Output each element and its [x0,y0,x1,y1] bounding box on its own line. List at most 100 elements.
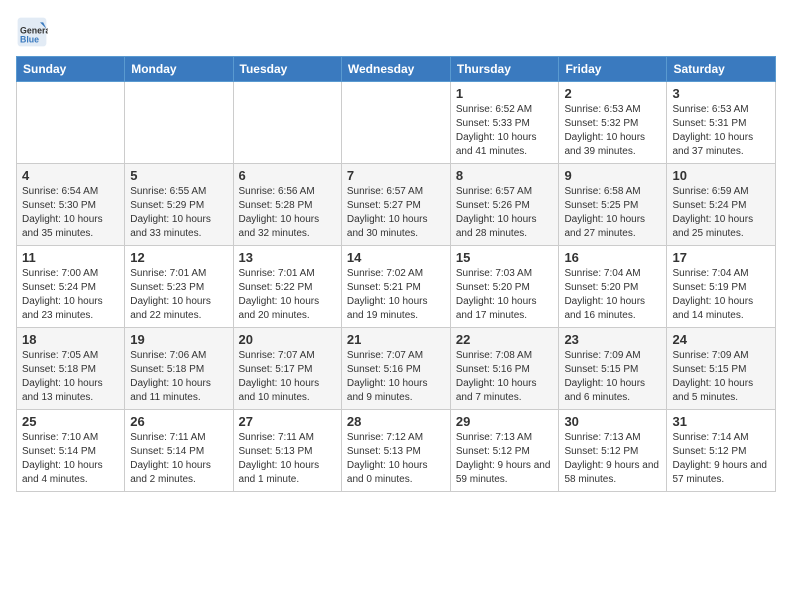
calendar-cell [17,82,125,164]
day-info: Sunrise: 7:06 AM Sunset: 5:18 PM Dayligh… [130,349,227,405]
day-number: 28 [347,414,445,429]
day-info: Sunrise: 7:12 AM Sunset: 5:13 PM Dayligh… [347,431,445,487]
day-number: 24 [672,332,770,347]
day-number: 25 [22,414,119,429]
day-info: Sunrise: 6:53 AM Sunset: 5:32 PM Dayligh… [564,103,661,159]
day-info: Sunrise: 6:56 AM Sunset: 5:28 PM Dayligh… [239,185,336,241]
column-header-saturday: Saturday [667,57,776,82]
day-info: Sunrise: 7:08 AM Sunset: 5:16 PM Dayligh… [456,349,554,405]
calendar-cell: 25 Sunrise: 7:10 AM Sunset: 5:14 PM Dayli… [17,410,125,492]
column-header-tuesday: Tuesday [233,57,341,82]
day-info: Sunrise: 7:05 AM Sunset: 5:18 PM Dayligh… [22,349,119,405]
calendar-cell: 21 Sunrise: 7:07 AM Sunset: 5:16 PM Dayli… [341,328,450,410]
day-number: 14 [347,250,445,265]
day-number: 19 [130,332,227,347]
day-number: 18 [22,332,119,347]
day-info: Sunrise: 7:09 AM Sunset: 5:15 PM Dayligh… [672,349,770,405]
calendar-cell: 4Sunrise: 6:54 AM Sunset: 5:30 PM Daylig… [17,164,125,246]
calendar-cell: 7Sunrise: 6:57 AM Sunset: 5:27 PM Daylig… [341,164,450,246]
day-number: 10 [672,168,770,183]
calendar-cell: 19 Sunrise: 7:06 AM Sunset: 5:18 PM Dayli… [125,328,233,410]
calendar-cell: 10 Sunrise: 6:59 AM Sunset: 5:24 PM Dayli… [667,164,776,246]
calendar-cell [233,82,341,164]
page-header: General Blue [16,16,776,48]
day-number: 12 [130,250,227,265]
day-info: Sunrise: 7:02 AM Sunset: 5:21 PM Dayligh… [347,267,445,323]
day-info: Sunrise: 7:04 AM Sunset: 5:19 PM Dayligh… [672,267,770,323]
svg-text:Blue: Blue [20,34,39,44]
calendar-week-4: 18 Sunrise: 7:05 AM Sunset: 5:18 PM Dayli… [17,328,776,410]
calendar-cell: 18 Sunrise: 7:05 AM Sunset: 5:18 PM Dayli… [17,328,125,410]
calendar-cell [341,82,450,164]
day-number: 13 [239,250,336,265]
day-number: 29 [456,414,554,429]
column-header-wednesday: Wednesday [341,57,450,82]
day-info: Sunrise: 7:14 AM Sunset: 5:12 PM Dayligh… [672,431,770,487]
day-number: 20 [239,332,336,347]
calendar-cell: 12 Sunrise: 7:01 AM Sunset: 5:23 PM Dayli… [125,246,233,328]
day-info: Sunrise: 6:55 AM Sunset: 5:29 PM Dayligh… [130,185,227,241]
calendar-cell: 16Sunrise: 7:04 AM Sunset: 5:20 PM Dayli… [559,246,667,328]
column-header-monday: Monday [125,57,233,82]
calendar-cell: 23Sunrise: 7:09 AM Sunset: 5:15 PM Dayli… [559,328,667,410]
calendar-cell: 27Sunrise: 7:11 AM Sunset: 5:13 PM Dayli… [233,410,341,492]
day-info: Sunrise: 7:00 AM Sunset: 5:24 PM Dayligh… [22,267,119,323]
day-number: 16 [564,250,661,265]
calendar-cell: 28 Sunrise: 7:12 AM Sunset: 5:13 PM Dayli… [341,410,450,492]
calendar-cell: 29 Sunrise: 7:13 AM Sunset: 5:12 PM Dayli… [450,410,559,492]
day-info: Sunrise: 7:07 AM Sunset: 5:16 PM Dayligh… [347,349,445,405]
day-number: 2 [564,86,661,101]
calendar-cell: 6 Sunrise: 6:56 AM Sunset: 5:28 PM Daylig… [233,164,341,246]
day-info: Sunrise: 6:59 AM Sunset: 5:24 PM Dayligh… [672,185,770,241]
day-number: 15 [456,250,554,265]
calendar-cell: 5 Sunrise: 6:55 AM Sunset: 5:29 PM Daylig… [125,164,233,246]
calendar-cell: 3 Sunrise: 6:53 AM Sunset: 5:31 PM Daylig… [667,82,776,164]
calendar-header-row: SundayMondayTuesdayWednesdayThursdayFrid… [17,57,776,82]
day-number: 26 [130,414,227,429]
day-number: 7 [347,168,445,183]
calendar-cell: 26 Sunrise: 7:11 AM Sunset: 5:14 PM Dayli… [125,410,233,492]
calendar-table: SundayMondayTuesdayWednesdayThursdayFrid… [16,56,776,492]
day-info: Sunrise: 6:53 AM Sunset: 5:31 PM Dayligh… [672,103,770,159]
day-info: Sunrise: 7:07 AM Sunset: 5:17 PM Dayligh… [239,349,336,405]
column-header-thursday: Thursday [450,57,559,82]
day-number: 27 [239,414,336,429]
calendar-cell: 22Sunrise: 7:08 AM Sunset: 5:16 PM Dayli… [450,328,559,410]
logo-icon: General Blue [16,16,48,48]
calendar-cell: 14 Sunrise: 7:02 AM Sunset: 5:21 PM Dayli… [341,246,450,328]
calendar-week-2: 4Sunrise: 6:54 AM Sunset: 5:30 PM Daylig… [17,164,776,246]
day-number: 4 [22,168,119,183]
calendar-body: 1 Sunrise: 6:52 AM Sunset: 5:33 PM Daylig… [17,82,776,492]
day-number: 17 [672,250,770,265]
calendar-cell: 24 Sunrise: 7:09 AM Sunset: 5:15 PM Dayli… [667,328,776,410]
day-number: 5 [130,168,227,183]
day-number: 21 [347,332,445,347]
day-info: Sunrise: 7:13 AM Sunset: 5:12 PM Dayligh… [456,431,554,487]
day-number: 31 [672,414,770,429]
day-number: 6 [239,168,336,183]
calendar-cell: 9Sunrise: 6:58 AM Sunset: 5:25 PM Daylig… [559,164,667,246]
day-info: Sunrise: 7:01 AM Sunset: 5:23 PM Dayligh… [130,267,227,323]
calendar-cell [125,82,233,164]
calendar-cell: 8Sunrise: 6:57 AM Sunset: 5:26 PM Daylig… [450,164,559,246]
day-info: Sunrise: 7:01 AM Sunset: 5:22 PM Dayligh… [239,267,336,323]
day-number: 11 [22,250,119,265]
calendar-cell: 31 Sunrise: 7:14 AM Sunset: 5:12 PM Dayli… [667,410,776,492]
logo: General Blue [16,16,52,48]
day-info: Sunrise: 7:03 AM Sunset: 5:20 PM Dayligh… [456,267,554,323]
calendar-cell: 11 Sunrise: 7:00 AM Sunset: 5:24 PM Dayli… [17,246,125,328]
column-header-sunday: Sunday [17,57,125,82]
calendar-week-5: 25 Sunrise: 7:10 AM Sunset: 5:14 PM Dayli… [17,410,776,492]
day-info: Sunrise: 6:52 AM Sunset: 5:33 PM Dayligh… [456,103,554,159]
day-number: 3 [672,86,770,101]
day-number: 1 [456,86,554,101]
calendar-week-3: 11 Sunrise: 7:00 AM Sunset: 5:24 PM Dayli… [17,246,776,328]
day-info: Sunrise: 7:10 AM Sunset: 5:14 PM Dayligh… [22,431,119,487]
calendar-cell: 20 Sunrise: 7:07 AM Sunset: 5:17 PM Dayli… [233,328,341,410]
calendar-cell: 1 Sunrise: 6:52 AM Sunset: 5:33 PM Daylig… [450,82,559,164]
day-number: 23 [564,332,661,347]
calendar-cell: 15 Sunrise: 7:03 AM Sunset: 5:20 PM Dayli… [450,246,559,328]
day-info: Sunrise: 7:13 AM Sunset: 5:12 PM Dayligh… [564,431,661,487]
day-info: Sunrise: 6:58 AM Sunset: 5:25 PM Dayligh… [564,185,661,241]
day-info: Sunrise: 7:11 AM Sunset: 5:14 PM Dayligh… [130,431,227,487]
